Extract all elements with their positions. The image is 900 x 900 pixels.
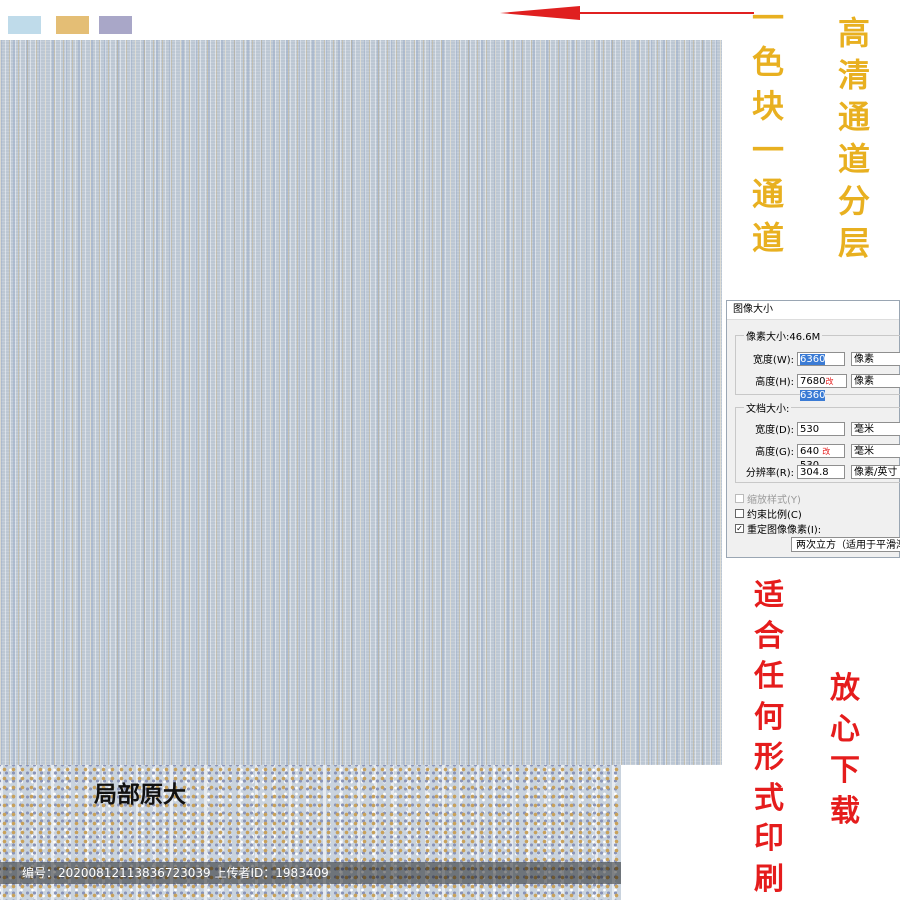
height-unit-select[interactable]: 像素 (851, 373, 900, 388)
doc-width-input[interactable]: 530 (797, 421, 845, 436)
detail-label: 局部原大 (94, 781, 186, 808)
vertical-char: 层 (838, 224, 871, 262)
vertical-char: 何 (754, 699, 784, 735)
swatch-gold (56, 16, 89, 34)
width-input[interactable]: 6360 (797, 351, 845, 366)
height-input[interactable]: 7680改6360 (797, 373, 847, 401)
resample-method-select[interactable]: 两次立方（适用于平滑渐变 (791, 537, 900, 552)
doc-height-unit-select[interactable]: 毫米 (851, 443, 900, 458)
vertical-char: 任 (754, 659, 784, 694)
slogan-suitable-for-any-printing: 适合任何形式印刷 (754, 576, 784, 900)
vertical-char: 载 (830, 794, 860, 829)
pixel-size-group: 像素大小:46.6M 宽度(W): 6360 像素 高度(H): 7680改63… (735, 328, 900, 401)
resolution-label: 分辨率(R): (745, 468, 794, 479)
vertical-char: 通 (752, 175, 785, 213)
resample-checkbox[interactable]: ✓ 重定图像像素(I): (735, 521, 821, 536)
vertical-char: 通 (838, 98, 871, 136)
image-size-dialog: 图像大小 像素大小:46.6M 宽度(W): 6360 像素 高度(H): 76… (726, 300, 900, 558)
swatch-lavender (99, 16, 132, 34)
vertical-char: 色 (752, 43, 785, 81)
document-size-group: 文档大小: 宽度(D): 530 毫米 高度(G): 640 改 530 毫米 … (735, 400, 900, 483)
vertical-char: 道 (838, 140, 871, 178)
vertical-char: 高 (838, 14, 871, 52)
swatch-light-blue (8, 16, 41, 34)
constrain-proportions-checkbox[interactable]: 约束比例(C) (735, 506, 802, 521)
doc-width-unit-select[interactable]: 毫米 (851, 421, 900, 436)
vertical-char: 一 (752, 0, 785, 37)
height-label: 高度(H): (755, 377, 794, 388)
resolution-unit-select[interactable]: 像素/英寸 (851, 464, 900, 479)
width-label: 宽度(W): (752, 355, 794, 366)
scale-styles-checkbox[interactable]: 缩放样式(Y) (735, 491, 801, 506)
vertical-char: 块 (752, 87, 785, 125)
vertical-char: 形 (754, 740, 784, 775)
vertical-char: 分 (838, 182, 871, 220)
resolution-input[interactable]: 304.8 (797, 464, 845, 479)
doc-height-label: 高度(G): (755, 447, 794, 458)
checkmark-icon: ✓ (735, 524, 744, 533)
vertical-char: 合 (754, 618, 784, 654)
heading-one-color-one-channel: 一色块一通道 (752, 0, 784, 260)
vertical-char: 刷 (754, 861, 784, 897)
vertical-char: 下 (830, 753, 860, 788)
vertical-char: 清 (838, 56, 871, 94)
doc-width-label: 宽度(D): (755, 425, 794, 436)
pixel-size-title: 像素大小:46.6M (744, 328, 823, 343)
vertical-char: 印 (754, 821, 784, 856)
red-arrow-icon (500, 6, 754, 20)
vertical-char: 适 (754, 578, 784, 613)
heading-hd-channel-layers: 高清通道分层 (838, 12, 870, 264)
width-unit-select[interactable]: 像素 (851, 351, 900, 366)
info-bar: 编号：20200812113836723039 上传者ID：1983409 (0, 862, 621, 884)
texture-preview (0, 40, 722, 765)
vertical-char: 道 (752, 219, 785, 257)
vertical-char: 心 (830, 712, 860, 747)
vertical-char: 放 (830, 671, 860, 706)
vertical-char: 式 (754, 780, 784, 816)
doc-height-input[interactable]: 640 改 530 (797, 443, 845, 471)
document-size-title: 文档大小: (744, 400, 792, 415)
dialog-title: 图像大小 (727, 301, 899, 320)
slogan-download-with-confidence: 放心下载 (830, 668, 860, 832)
vertical-char: 一 (752, 131, 785, 169)
